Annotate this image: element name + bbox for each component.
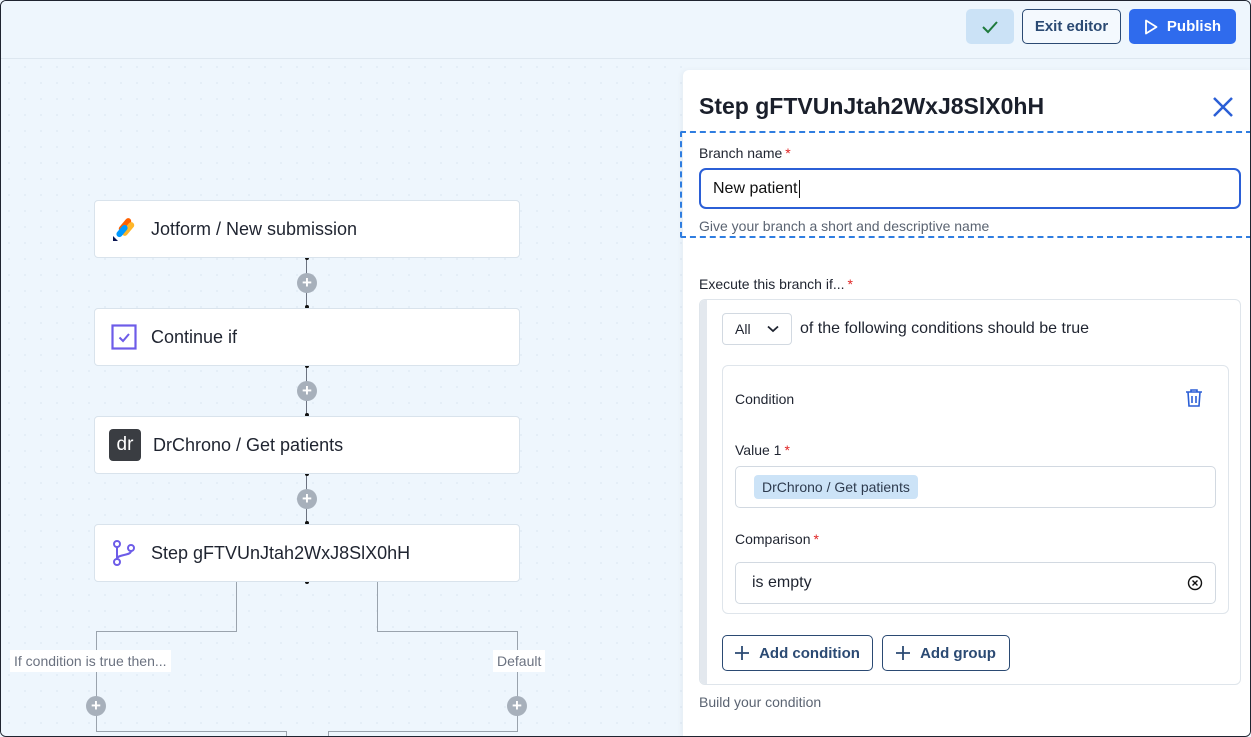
- delete-condition-button[interactable]: [1185, 388, 1203, 413]
- branch-name-input[interactable]: New patient: [699, 168, 1241, 209]
- top-toolbar: Exit editor Publish: [1, 1, 1250, 59]
- required-mark: *: [847, 276, 853, 292]
- condition-title: Condition: [735, 391, 795, 407]
- flow-canvas[interactable]: [1, 59, 683, 736]
- required-mark: *: [784, 442, 790, 458]
- condition-group: All of the following conditions should b…: [699, 299, 1241, 685]
- flow-node-drchrono[interactable]: dr DrChrono / Get patients: [94, 416, 520, 474]
- value1-label: Value 1 *: [735, 442, 790, 458]
- close-icon: [1213, 97, 1233, 117]
- branch-default-label: Default: [493, 650, 546, 672]
- add-step-button[interactable]: +: [297, 381, 317, 401]
- value1-chip[interactable]: DrChrono / Get patients: [754, 475, 918, 499]
- branch-line: [328, 731, 518, 732]
- add-condition-button[interactable]: Add condition: [722, 635, 873, 671]
- flow-node-branch-step[interactable]: Step gFTVUnJtah2WxJ8SlX0hH: [94, 524, 520, 582]
- drchrono-icon: dr: [109, 429, 141, 461]
- close-panel-button[interactable]: [1210, 94, 1236, 120]
- branch-name-label: Branch name *: [699, 145, 791, 161]
- branch-line: [286, 731, 287, 736]
- branch-line: [517, 631, 518, 731]
- match-type-select[interactable]: All: [722, 313, 792, 345]
- group-stripe: [700, 300, 707, 684]
- publish-label: Publish: [1166, 18, 1222, 35]
- panel-title: Step gFTVUnJtah2WxJ8SlX0hH: [699, 93, 1045, 119]
- chevron-down-icon: [766, 325, 779, 333]
- add-step-button[interactable]: +: [507, 696, 527, 716]
- jotform-icon: [109, 214, 139, 244]
- node-label: DrChrono / Get patients: [153, 434, 344, 455]
- branch-line: [96, 731, 286, 732]
- condition-card: Condition Value 1 * DrChrono / Get patien…: [722, 365, 1229, 614]
- flow-node-jotform[interactable]: Jotform / New submission: [94, 200, 520, 258]
- required-mark: *: [813, 531, 819, 547]
- trash-icon: [1186, 389, 1202, 407]
- check-icon: [982, 20, 998, 33]
- comparison-select[interactable]: is empty: [735, 562, 1216, 604]
- branch-line: [236, 582, 237, 632]
- app-window: Exit editor Publish + + + If condition i…: [0, 0, 1251, 737]
- value1-field[interactable]: DrChrono / Get patients: [735, 466, 1216, 508]
- add-step-button[interactable]: +: [297, 489, 317, 509]
- play-icon: [1145, 19, 1158, 34]
- text-caret: [798, 179, 800, 198]
- required-mark: *: [785, 145, 791, 161]
- plus-icon: [896, 646, 911, 660]
- branch-name-hint: Give your branch a short and descriptive…: [699, 218, 990, 234]
- match-description: of the following conditions should be tr…: [800, 320, 1090, 337]
- branch-line: [328, 731, 329, 736]
- flow-node-continue-if[interactable]: Continue if: [94, 308, 520, 366]
- build-condition-hint: Build your condition: [699, 694, 822, 710]
- branch-icon: [109, 538, 139, 568]
- branch-line: [377, 631, 518, 632]
- exit-editor-button[interactable]: Exit editor: [1022, 9, 1121, 44]
- plus-icon: [735, 646, 750, 660]
- branch-line: [96, 631, 97, 731]
- node-label: Jotform / New submission: [151, 218, 358, 239]
- branch-true-label: If condition is true then...: [10, 650, 171, 672]
- clear-icon[interactable]: [1187, 575, 1203, 591]
- branch-line: [377, 582, 378, 632]
- branch-line: [96, 631, 237, 632]
- node-label: Step gFTVUnJtah2WxJ8SlX0hH: [151, 542, 411, 563]
- comparison-label: Comparison *: [735, 531, 819, 547]
- add-group-button[interactable]: Add group: [882, 635, 1010, 671]
- publish-button[interactable]: Publish: [1129, 9, 1236, 44]
- save-check-button[interactable]: [966, 9, 1014, 44]
- execute-label: Execute this branch if... *: [699, 276, 853, 292]
- node-label: Continue if: [151, 326, 238, 347]
- add-step-button[interactable]: +: [86, 696, 106, 716]
- checkbox-icon: [109, 322, 139, 352]
- step-settings-panel: Step gFTVUnJtah2WxJ8SlX0hH Branch name * …: [680, 70, 1250, 736]
- add-step-button[interactable]: +: [297, 273, 317, 293]
